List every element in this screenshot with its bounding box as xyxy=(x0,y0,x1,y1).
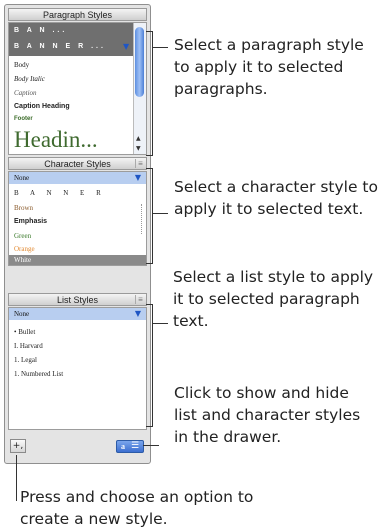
scroll-up-icon[interactable]: ▲ xyxy=(136,135,141,142)
style-banner[interactable]: B A N N E R ... xyxy=(9,43,130,50)
leader-new-style xyxy=(16,455,17,501)
character-style-selector[interactable]: None ▼ xyxy=(9,172,146,184)
paragraph-scrollbar[interactable]: ▲ ▼ xyxy=(133,23,146,154)
callout-toggle: Click to show and hide list and characte… xyxy=(174,384,361,446)
bracket-character-top xyxy=(146,168,153,169)
char-style-green[interactable]: Green xyxy=(9,232,146,240)
leader-toggle xyxy=(143,445,159,446)
style-banner-short[interactable]: B A N ... xyxy=(9,27,146,34)
bracket-paragraph-bottom xyxy=(146,155,153,156)
character-styles-header: Character Styles ≡ xyxy=(8,157,147,170)
grip-icon[interactable]: ≡ xyxy=(135,295,145,304)
leader-character xyxy=(153,213,168,214)
bracket-character-bottom xyxy=(146,263,153,264)
style-body[interactable]: Body xyxy=(9,61,146,69)
list-styles-header: List Styles ≡ xyxy=(8,293,147,306)
style-footer[interactable]: Footer xyxy=(9,116,146,122)
leader-paragraph xyxy=(153,47,168,48)
style-menu-arrow[interactable]: ▼ xyxy=(123,42,129,51)
list-styles-list[interactable]: None ▼ • Bullet I. Harvard 1. Legal 1. N… xyxy=(8,307,147,430)
list-style-selector[interactable]: None ▼ xyxy=(9,308,146,320)
callout-new-style: Press and choose an option to create a n… xyxy=(20,488,254,528)
character-styles-title: Character Styles xyxy=(44,159,111,169)
add-style-button[interactable]: +, xyxy=(10,439,26,453)
paragraph-styles-title: Paragraph Styles xyxy=(42,10,113,20)
character-style-icon: a xyxy=(121,442,125,451)
callout-character: Select a character style to apply it to … xyxy=(174,178,378,218)
char-style-white-row[interactable]: White xyxy=(9,255,146,265)
bracket-list-bottom xyxy=(146,426,153,427)
list-style-bullet[interactable]: • Bullet xyxy=(9,328,146,336)
bracket-paragraph xyxy=(152,31,153,156)
list-selected-value: None xyxy=(14,310,30,318)
list-style-legal[interactable]: 1. Legal xyxy=(9,356,146,364)
style-caption[interactable]: Caption xyxy=(9,89,146,97)
callout-list: Select a list style to apply it to selec… xyxy=(173,268,374,330)
add-style-label: +, xyxy=(12,441,24,451)
character-selected-value: None xyxy=(14,174,30,182)
leader-list xyxy=(153,323,168,324)
style-caption-heading[interactable]: Caption Heading xyxy=(9,103,146,110)
character-styles-list[interactable]: None ▼ B A N N E R Brown Emphasis Green … xyxy=(8,171,147,266)
paragraph-styles-header: Paragraph Styles xyxy=(8,8,147,21)
char-style-orange[interactable]: Orange xyxy=(9,245,146,253)
grip-icon[interactable]: ≡ xyxy=(135,159,145,168)
chevron-down-icon[interactable]: ▼ xyxy=(135,172,141,184)
char-style-brown[interactable]: Brown xyxy=(9,204,146,212)
list-style-numbered[interactable]: 1. Numbered List xyxy=(9,370,146,378)
scroll-down-icon[interactable]: ▼ xyxy=(136,145,141,152)
bracket-character xyxy=(152,168,153,264)
toggle-styles-button[interactable]: a ☰ xyxy=(116,440,144,453)
bracket-paragraph-top xyxy=(146,31,153,32)
char-style-banner[interactable]: B A N N E R xyxy=(9,189,146,197)
char-style-emphasis[interactable]: Emphasis xyxy=(9,218,146,225)
style-body-italic[interactable]: Body Italic xyxy=(9,75,146,83)
callout-paragraph: Select a paragraph style to apply it to … xyxy=(174,36,364,98)
paragraph-styles-list[interactable]: B A N ... B A N N E R ... ▼ Body Body It… xyxy=(8,22,147,155)
bracket-list-top xyxy=(146,304,153,305)
list-style-icon: ☰ xyxy=(131,441,140,451)
list-styles-title: List Styles xyxy=(56,295,98,305)
styles-drawer: Paragraph Styles B A N ... B A N N E R .… xyxy=(4,4,151,464)
scrollbar-thumb[interactable] xyxy=(135,27,144,97)
list-style-harvard[interactable]: I. Harvard xyxy=(9,342,146,350)
style-heading[interactable]: Headin... xyxy=(9,127,146,153)
chevron-down-icon[interactable]: ▼ xyxy=(135,308,141,320)
char-style-white: White xyxy=(14,256,32,264)
splitter-handle[interactable] xyxy=(141,204,144,234)
